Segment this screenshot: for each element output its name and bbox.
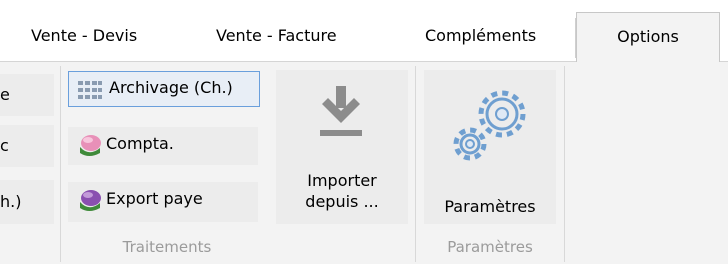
tab-options[interactable]: Options bbox=[576, 12, 720, 63]
importer-button[interactable]: Importer depuis ... bbox=[276, 70, 408, 224]
group-separator bbox=[415, 66, 416, 262]
gears-icon bbox=[453, 90, 526, 161]
download-arrow-icon bbox=[320, 86, 362, 136]
importer-label-line2: depuis ... bbox=[305, 192, 379, 211]
partial-button-1[interactable]: e bbox=[0, 74, 54, 116]
export-paye-button[interactable]: Export paye bbox=[68, 182, 258, 222]
tab-vente-devis[interactable]: Vente - Devis bbox=[31, 12, 137, 62]
archivage-label: Archivage (Ch.) bbox=[109, 78, 233, 97]
partial-button-label: h.) bbox=[0, 192, 22, 211]
compta-label: Compta. bbox=[106, 134, 174, 153]
parametres-button[interactable]: Paramètres bbox=[424, 70, 556, 224]
tab-complements[interactable]: Compléments bbox=[425, 12, 536, 62]
importer-label-line1: Importer bbox=[307, 171, 377, 190]
partial-button-2[interactable]: c bbox=[0, 125, 54, 167]
pink-gem-icon bbox=[80, 135, 101, 156]
partial-button-3[interactable]: h.) bbox=[0, 180, 54, 224]
group-label-traitements: Traitements bbox=[122, 238, 212, 256]
group-separator bbox=[60, 66, 61, 262]
importer-label: Importer depuis ... bbox=[276, 170, 408, 212]
partial-button-label: c bbox=[0, 136, 9, 155]
purple-gem-icon bbox=[80, 190, 101, 211]
archivage-button[interactable]: Archivage (Ch.) bbox=[68, 71, 260, 107]
group-separator bbox=[564, 66, 565, 262]
export-paye-label: Export paye bbox=[106, 189, 203, 208]
group-label-parametres: Paramètres bbox=[447, 238, 533, 256]
partial-button-label: e bbox=[0, 85, 10, 104]
tab-vente-facture[interactable]: Vente - Facture bbox=[216, 12, 337, 62]
grid-icon bbox=[78, 81, 102, 99]
compta-button[interactable]: Compta. bbox=[68, 127, 258, 165]
parametres-button-label: Paramètres bbox=[444, 197, 536, 216]
ribbon-tab-bar: Vente - Devis Vente - Facture Complément… bbox=[0, 0, 728, 63]
